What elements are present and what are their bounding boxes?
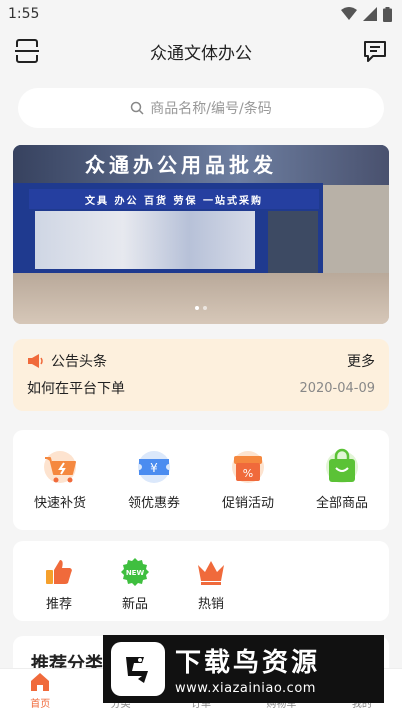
megaphone-icon [28, 354, 43, 368]
search-placeholder: 商品名称/编号/条码 [150, 101, 272, 117]
category-recommended[interactable]: 推荐 [21, 557, 97, 612]
announcement-message[interactable]: 如何在平台下单 [27, 378, 125, 398]
announcement-more-link[interactable]: 更多 [347, 351, 375, 371]
svg-text:¥: ¥ [150, 461, 158, 475]
category-hot[interactable]: 热销 [173, 557, 249, 612]
home-icon [31, 673, 50, 691]
announcement-date: 2020-04-09 [299, 380, 375, 396]
quick-menu-card: 快速补货 ¥ 领优惠券 % 促销活动 全部商品 [13, 430, 389, 530]
banner-sign-text: 众通办公用品批发 [85, 152, 277, 177]
page-title: 众通文体办公 [150, 43, 252, 64]
quick-menu-restock[interactable]: 快速补货 [20, 448, 100, 511]
svg-text:%: % [243, 467, 253, 480]
coupon-yen-icon: ¥ [138, 451, 170, 483]
quick-menu-label: 快速补货 [33, 496, 86, 511]
new-badge-text: NEW [126, 569, 145, 577]
quick-menu-label: 领优惠券 [127, 496, 180, 511]
signal-icon [363, 7, 377, 21]
thumbs-up-icon [46, 560, 72, 584]
quick-menu-label: 促销活动 [221, 496, 274, 511]
announcement-label: 公告头条 [51, 354, 107, 370]
carousel-dot-active [195, 306, 199, 310]
watermark-title: 下载鸟资源 [175, 648, 321, 678]
category-menu-card: 推荐 NEW 新品 热销 [13, 541, 389, 621]
status-bar: 1:55 [0, 0, 402, 28]
battery-icon [383, 6, 392, 22]
tab-home[interactable]: 首页 [0, 669, 80, 714]
watermark-url: www.xiazainiao.com [175, 681, 316, 696]
message-icon[interactable] [362, 38, 388, 64]
category-label: 新品 [121, 597, 148, 612]
carousel-dot [203, 306, 207, 310]
shopping-bag-icon [326, 448, 358, 483]
banner-door [268, 211, 318, 273]
quick-menu-label: 全部商品 [315, 496, 368, 511]
crown-icon [198, 561, 224, 585]
new-badge-icon: NEW [121, 558, 149, 586]
tab-label: 首页 [30, 699, 51, 710]
search-input[interactable]: 商品名称/编号/条码 [18, 88, 384, 128]
cart-bolt-icon [44, 451, 76, 483]
search-icon [131, 101, 144, 115]
wifi-icon [341, 7, 357, 20]
status-icons [341, 6, 392, 22]
banner-carousel[interactable]: 众通办公用品批发 文具 办公 百货 劳保 一站式采购 [13, 145, 389, 324]
category-new[interactable]: NEW 新品 [97, 557, 173, 612]
banner-store-sign: 文具 办公 百货 劳保 一站式采购 [29, 189, 319, 209]
gift-percent-icon: % [232, 451, 264, 483]
banner-neighbor-shop [323, 185, 389, 275]
category-label: 推荐 [45, 597, 72, 612]
watermark-overlay: 下载鸟资源 www.xiazainiao.com [103, 635, 384, 703]
announcement-card[interactable]: 公告头条 更多 如何在平台下单 2020-04-09 [13, 339, 389, 411]
quick-menu-promotions[interactable]: % 促销活动 [208, 448, 288, 511]
quick-menu-all-products[interactable]: 全部商品 [302, 448, 382, 511]
scan-icon[interactable] [14, 38, 40, 64]
quick-menu-coupons[interactable]: ¥ 领优惠券 [114, 448, 194, 511]
category-label: 热销 [197, 597, 224, 612]
top-bar: 众通文体办公 [0, 28, 402, 74]
banner-ground [13, 273, 389, 324]
banner-windows [35, 211, 255, 269]
carousel-dots [195, 306, 207, 310]
watermark-bird-logo [111, 642, 165, 696]
status-time: 1:55 [8, 6, 40, 22]
